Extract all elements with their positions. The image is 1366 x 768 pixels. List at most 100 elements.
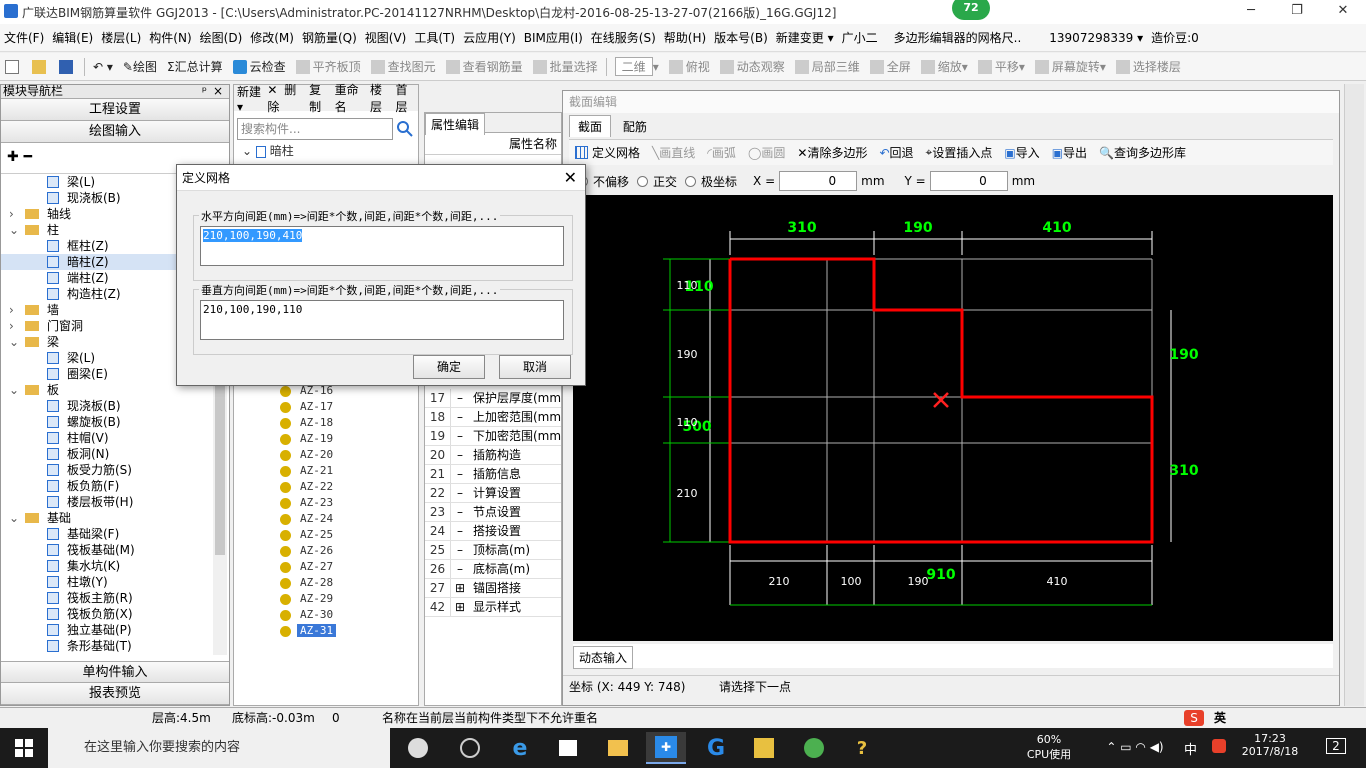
component-item[interactable]: AZ-21 [234,463,418,479]
draw-circle-button[interactable]: ◯ 画圆 [742,144,791,161]
menu-item-3[interactable]: 构件(N) [145,29,195,46]
expand-plus-icon[interactable]: ⊞ [453,598,467,616]
menu-item-15[interactable]: 广小二 [838,29,882,46]
component-item[interactable]: AZ-28 [234,575,418,591]
property-row[interactable]: 42 ⊞ 显示样式 [425,598,561,617]
local-3d-button[interactable]: 局部三维 [790,58,865,75]
find-element-button[interactable]: 查找图元 [366,58,441,75]
menu-item-12[interactable]: 帮助(H) [660,29,710,46]
set-insert-point-button[interactable]: ⌖ 设置插入点 [920,144,999,161]
component-item[interactable]: AZ-20 [234,447,418,463]
tree-item[interactable]: 集水坑(K) [1,558,213,574]
tree-item[interactable]: 板负筋(F) [1,478,213,494]
collapse-icon[interactable]: ⌄ [242,144,252,158]
dynamic-input-button[interactable]: 动态输入 [573,646,634,669]
x-input[interactable]: 0 [779,171,858,191]
new-file-icon[interactable] [0,59,27,74]
menu-item-7[interactable]: 视图(V) [361,29,411,46]
main-vertical-scrollbar[interactable] [1344,84,1364,706]
new-component-button[interactable]: 新建▾ [234,83,264,114]
menu-item-5[interactable]: 修改(M) [246,29,298,46]
summary-calc-button[interactable]: Σ 汇总计算 [162,58,228,75]
menu-item-8[interactable]: 工具(T) [410,29,459,46]
help-app-icon[interactable]: ? [842,732,882,764]
tray-icons[interactable]: ⌃ ▭ ◠ ◀) [1090,740,1180,754]
tree-item[interactable]: 基础梁(F) [1,526,213,542]
single-component-input-button[interactable]: 单构件输入 [1,661,229,683]
drawing-canvas[interactable]: 310 190 410 190 310 910 110 500 210 100 … [573,195,1333,641]
query-polygon-lib-button[interactable]: 🔍 查询多边形库 [1093,144,1192,161]
notes-app-icon[interactable] [744,732,784,764]
expand-icon[interactable]: ⌄ [9,334,19,350]
expand-icon[interactable]: ⌄ [9,382,19,398]
maximize-button[interactable]: ❐ [1274,0,1320,24]
orbit-button[interactable]: 动态观察 [715,58,790,75]
cpu-usage[interactable]: 60% CPU使用 [1022,733,1076,762]
save-icon[interactable] [54,59,81,74]
tree-item[interactable]: 独立基础(P) [1,622,213,638]
minimize-button[interactable]: ─ [1228,0,1274,24]
green-app-icon[interactable] [794,732,834,764]
rename-component-button[interactable]: 重命名 [332,81,367,115]
property-row[interactable]: 21– 插筋信息 [425,465,561,484]
zoom-button[interactable]: 缩放 ▾ [916,58,973,75]
expand-icon[interactable]: › [9,318,14,334]
vertical-spacing-input[interactable]: 210,100,190,110 [200,300,564,340]
component-root[interactable]: ⌄ 暗柱 [234,143,418,159]
floor-select[interactable]: 首层 [392,81,418,115]
batch-select-button[interactable]: 批量选择 [528,58,603,75]
menu-item-9[interactable]: 云应用(Y) [459,29,520,46]
expand-icon[interactable]: › [9,302,14,318]
close-button[interactable]: ✕ [1320,0,1366,24]
menu-item-4[interactable]: 绘图(D) [196,29,247,46]
pin-icon[interactable]: ᵖ [202,85,207,98]
property-row[interactable]: 18– 上加密范围(mm) [425,408,561,427]
select-floor-button[interactable]: 选择楼层 [1111,58,1186,75]
component-item[interactable]: AZ-23 [234,495,418,511]
notification-center-icon[interactable]: 2 [1326,738,1346,754]
component-item[interactable]: AZ-30 [234,607,418,623]
tree-item[interactable]: 筏板基础(M) [1,542,213,558]
menu-item-0[interactable]: 文件(F) [0,29,48,46]
tree-item[interactable]: 楼层板带(H) [1,494,213,510]
tree-item[interactable]: 柱帽(V) [1,430,213,446]
property-row[interactable]: 23– 节点设置 [425,503,561,522]
windows-start-icon[interactable] [4,732,44,764]
tree-item[interactable]: 板受力筋(S) [1,462,213,478]
app-icon-1[interactable] [398,732,438,764]
expand-icon[interactable]: › [9,206,14,222]
component-item[interactable]: AZ-25 [234,527,418,543]
component-item[interactable]: AZ-29 [234,591,418,607]
taskbar-search-input[interactable]: 在这里输入你要搜索的内容 [48,728,390,768]
glodon-app-icon[interactable]: ✚ [646,732,686,764]
menu-item-6[interactable]: 钢筋量(Q) [298,29,361,46]
property-row[interactable]: 20– 插筋构造 [425,446,561,465]
expand-icon[interactable]: ⌄ [9,510,19,526]
copy-component-button[interactable]: 复制 [306,81,332,115]
define-grid-button[interactable]: 定义网格 [569,144,646,161]
view-rebar-button[interactable]: 查看钢筋量 [441,58,528,75]
property-row[interactable]: 22– 计算设置 [425,484,561,503]
component-item[interactable]: AZ-19 [234,431,418,447]
tree-item[interactable]: 筏板负筋(X) [1,606,213,622]
menu-item-1[interactable]: 编辑(E) [48,29,97,46]
tree-item[interactable]: 柱墩(Y) [1,574,213,590]
pan-button[interactable]: 平移 ▾ [973,58,1030,75]
edge-browser-icon[interactable]: e [500,732,540,764]
tree-item[interactable]: 筏板主筋(R) [1,590,213,606]
flush-slab-top-button[interactable]: 平齐板顶 [291,58,366,75]
fullscreen-button[interactable]: 全屏 [865,58,916,75]
tab-rebar[interactable]: 配筋 [615,116,655,137]
glodon-g-icon[interactable]: G [696,732,736,764]
search-icon[interactable] [396,120,414,138]
undo-icon[interactable]: ↶ ▾ [88,60,118,74]
component-item[interactable]: AZ-31 [234,623,418,639]
clear-polygon-button[interactable]: ✕ 清除多边形 [791,144,873,161]
tree-item[interactable]: 螺旋板(B) [1,414,213,430]
tray-ime[interactable]: 中 [1184,739,1197,758]
component-item[interactable]: AZ-22 [234,479,418,495]
expand-plus-icon[interactable]: ⊞ [453,579,467,597]
tab-section[interactable]: 截面 [569,115,612,137]
dialog-close-icon[interactable]: ✕ [564,168,577,187]
menu-item-17[interactable]: 13907298339 ▾ [1045,31,1147,45]
